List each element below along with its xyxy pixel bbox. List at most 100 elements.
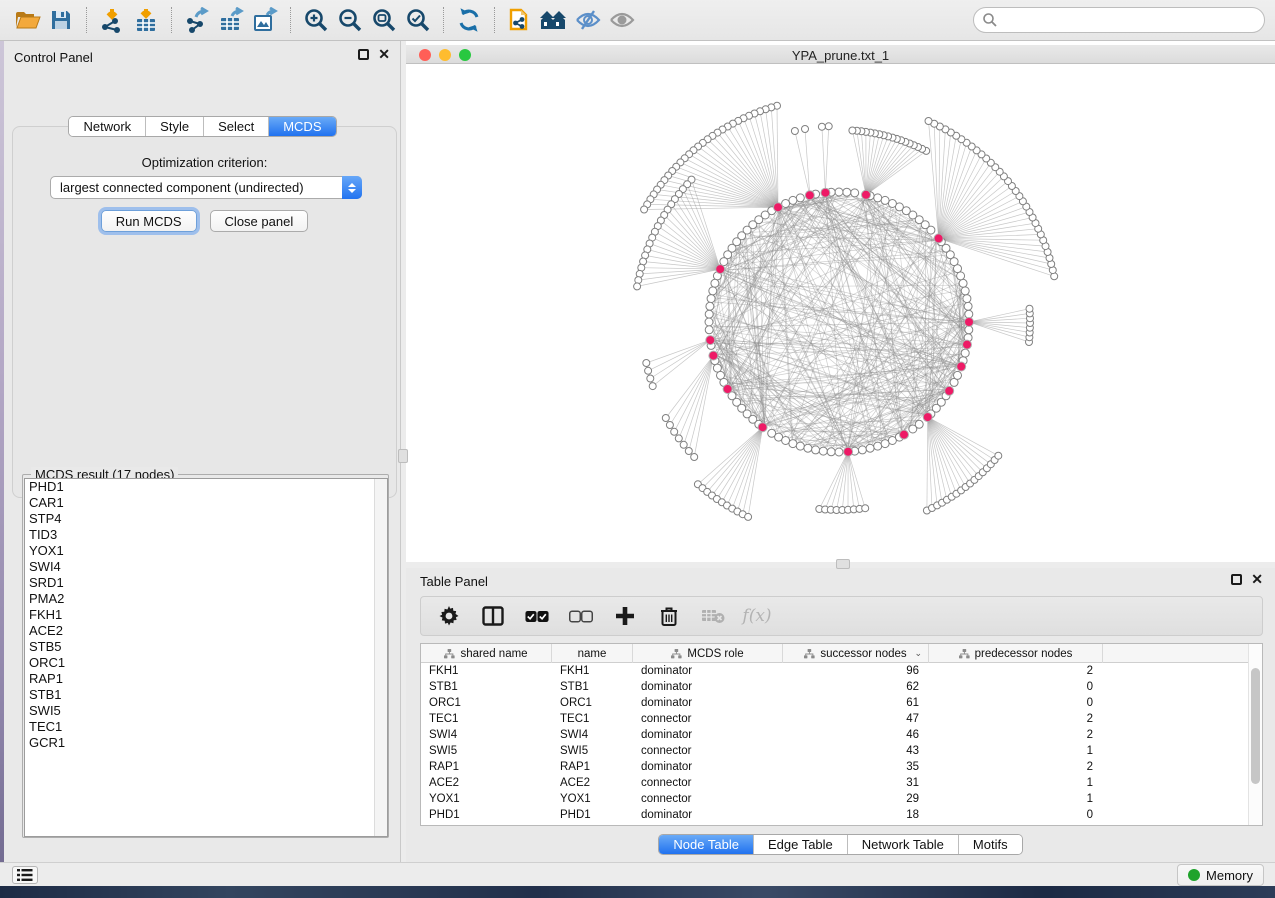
tab-network[interactable]: Network xyxy=(69,117,146,136)
mcds-result-item[interactable]: YOX1 xyxy=(25,543,387,559)
import-network-icon[interactable] xyxy=(95,5,129,35)
zoom-fit-icon[interactable] xyxy=(367,5,401,35)
network-canvas[interactable] xyxy=(406,64,1275,562)
table-row[interactable]: SWI5SWI5connector431 xyxy=(421,743,1249,759)
mcds-result-item[interactable]: CAR1 xyxy=(25,495,387,511)
refresh-icon[interactable] xyxy=(452,5,486,35)
mcds-result-item[interactable]: PHD1 xyxy=(25,479,387,495)
mcds-result-item[interactable]: STP4 xyxy=(25,511,387,527)
column-header-name[interactable]: name xyxy=(552,644,633,663)
mcds-result-item[interactable]: TID3 xyxy=(25,527,387,543)
column-header-shared-name[interactable]: shared name xyxy=(421,644,552,663)
zoom-in-icon[interactable] xyxy=(299,5,333,35)
zoom-out-icon[interactable] xyxy=(333,5,367,35)
mcds-result-item[interactable]: TEC1 xyxy=(25,719,387,735)
table-row[interactable]: STB1STB1dominator620 xyxy=(421,679,1249,695)
hide-eye-icon[interactable] xyxy=(571,5,605,35)
cell-shared-name: TEC1 xyxy=(421,713,552,725)
mcds-result-item[interactable]: FKH1 xyxy=(25,607,387,623)
cell-predecessor-nodes: 2 xyxy=(929,665,1103,677)
splitter-grip[interactable] xyxy=(398,449,408,463)
tab-mcds[interactable]: MCDS xyxy=(269,117,335,136)
delete-column-icon[interactable] xyxy=(657,604,681,628)
select-all-icon[interactable] xyxy=(525,604,549,628)
save-session-icon[interactable] xyxy=(44,5,78,35)
cell-name: PHD1 xyxy=(552,809,633,821)
delete-table-icon[interactable] xyxy=(701,604,725,628)
task-history-button[interactable] xyxy=(12,866,38,884)
cell-successor-nodes: 96 xyxy=(783,665,929,677)
search-input[interactable] xyxy=(998,10,1264,30)
add-column-icon[interactable] xyxy=(613,604,637,628)
splitter-grip[interactable] xyxy=(836,559,850,569)
cell-MCDS-role: dominator xyxy=(633,809,783,821)
close-panel-button[interactable]: Close panel xyxy=(210,210,309,232)
mcds-result-item[interactable]: SRD1 xyxy=(25,575,387,591)
mcds-result-item[interactable]: ACE2 xyxy=(25,623,387,639)
table-row[interactable]: FKH1FKH1dominator962 xyxy=(421,663,1249,679)
mcds-result-list[interactable]: PHD1CAR1STP4TID3YOX1SWI4SRD1PMA2FKH1ACE2… xyxy=(24,478,388,837)
mcds-result-item[interactable]: RAP1 xyxy=(25,671,387,687)
table-row[interactable]: ORC1ORC1dominator610 xyxy=(421,695,1249,711)
function-builder-icon[interactable]: f(x) xyxy=(745,604,769,628)
cell-name: STB1 xyxy=(552,681,633,693)
mcds-result-item[interactable]: SWI4 xyxy=(25,559,387,575)
vertical-splitter[interactable] xyxy=(401,41,406,862)
close-panel-icon[interactable]: ✕ xyxy=(378,49,390,60)
scrollbar-thumb[interactable] xyxy=(1251,668,1260,784)
export-image-icon[interactable] xyxy=(248,5,282,35)
table-scrollbar[interactable] xyxy=(1248,644,1262,825)
criterion-dropdown[interactable]: largest connected component (undirected) xyxy=(50,176,362,199)
export-table-icon[interactable] xyxy=(214,5,248,35)
cell-MCDS-role: dominator xyxy=(633,665,783,677)
column-header-successor-nodes[interactable]: successor nodes⌄ xyxy=(783,644,929,663)
network-manager-icon[interactable] xyxy=(537,5,571,35)
table-row[interactable]: ACE2ACE2connector311 xyxy=(421,775,1249,791)
show-eye-icon[interactable] xyxy=(605,5,639,35)
cell-shared-name: STB1 xyxy=(421,681,552,693)
open-file-icon[interactable] xyxy=(10,5,44,35)
table-row[interactable]: SWI4SWI4dominator462 xyxy=(421,727,1249,743)
memory-button[interactable]: Memory xyxy=(1177,864,1264,886)
result-scrollbar[interactable] xyxy=(374,479,387,836)
table-row[interactable]: PHD1PHD1dominator180 xyxy=(421,807,1249,823)
table-row[interactable]: YOX1YOX1connector291 xyxy=(421,791,1249,807)
mcds-result-item[interactable]: ORC1 xyxy=(25,655,387,671)
export-network-icon[interactable] xyxy=(180,5,214,35)
tab-node-table[interactable]: Node Table xyxy=(659,835,754,854)
network-graph[interactable] xyxy=(406,64,1275,562)
share-document-icon[interactable] xyxy=(503,5,537,35)
tab-motifs[interactable]: Motifs xyxy=(959,835,1022,854)
gear-icon[interactable] xyxy=(437,604,461,628)
search-box[interactable] xyxy=(973,7,1265,33)
run-mcds-button[interactable]: Run MCDS xyxy=(101,210,197,232)
cell-name: SWI5 xyxy=(552,745,633,757)
mcds-result-item[interactable]: STB1 xyxy=(25,687,387,703)
cell-shared-name: FKH1 xyxy=(421,665,552,677)
table-row[interactable]: TEC1TEC1connector472 xyxy=(421,711,1249,727)
tab-edge-table[interactable]: Edge Table xyxy=(754,835,848,854)
column-header-MCDS-role[interactable]: MCDS role xyxy=(633,644,783,663)
mcds-result-item[interactable]: SWI5 xyxy=(25,703,387,719)
attribute-type-icon xyxy=(444,649,455,659)
cell-predecessor-nodes: 2 xyxy=(929,761,1103,773)
import-table-icon[interactable] xyxy=(129,5,163,35)
table-row[interactable]: RAP1RAP1dominator352 xyxy=(421,759,1249,775)
column-layout-icon[interactable] xyxy=(481,604,505,628)
float-panel-icon[interactable] xyxy=(358,49,369,60)
mcds-result-item[interactable]: PMA2 xyxy=(25,591,387,607)
tab-select[interactable]: Select xyxy=(204,117,269,136)
table-panel-tabs: Node TableEdge TableNetwork TableMotifs xyxy=(658,834,1022,855)
tab-style[interactable]: Style xyxy=(146,117,204,136)
tab-network-table[interactable]: Network Table xyxy=(848,835,959,854)
close-panel-icon[interactable]: ✕ xyxy=(1251,574,1263,585)
mcds-result-item[interactable]: STB5 xyxy=(25,639,387,655)
network-titlebar[interactable]: YPA_prune.txt_1 xyxy=(406,45,1275,64)
horizontal-splitter[interactable] xyxy=(406,562,1275,568)
column-header-predecessor-nodes[interactable]: predecessor nodes xyxy=(929,644,1103,663)
deselect-all-icon[interactable] xyxy=(569,604,593,628)
zoom-selected-icon[interactable] xyxy=(401,5,435,35)
mcds-result-item[interactable]: GCR1 xyxy=(25,735,387,751)
mcds-section: Optimization criterion: largest connecte… xyxy=(12,126,397,498)
float-panel-icon[interactable] xyxy=(1231,574,1242,585)
